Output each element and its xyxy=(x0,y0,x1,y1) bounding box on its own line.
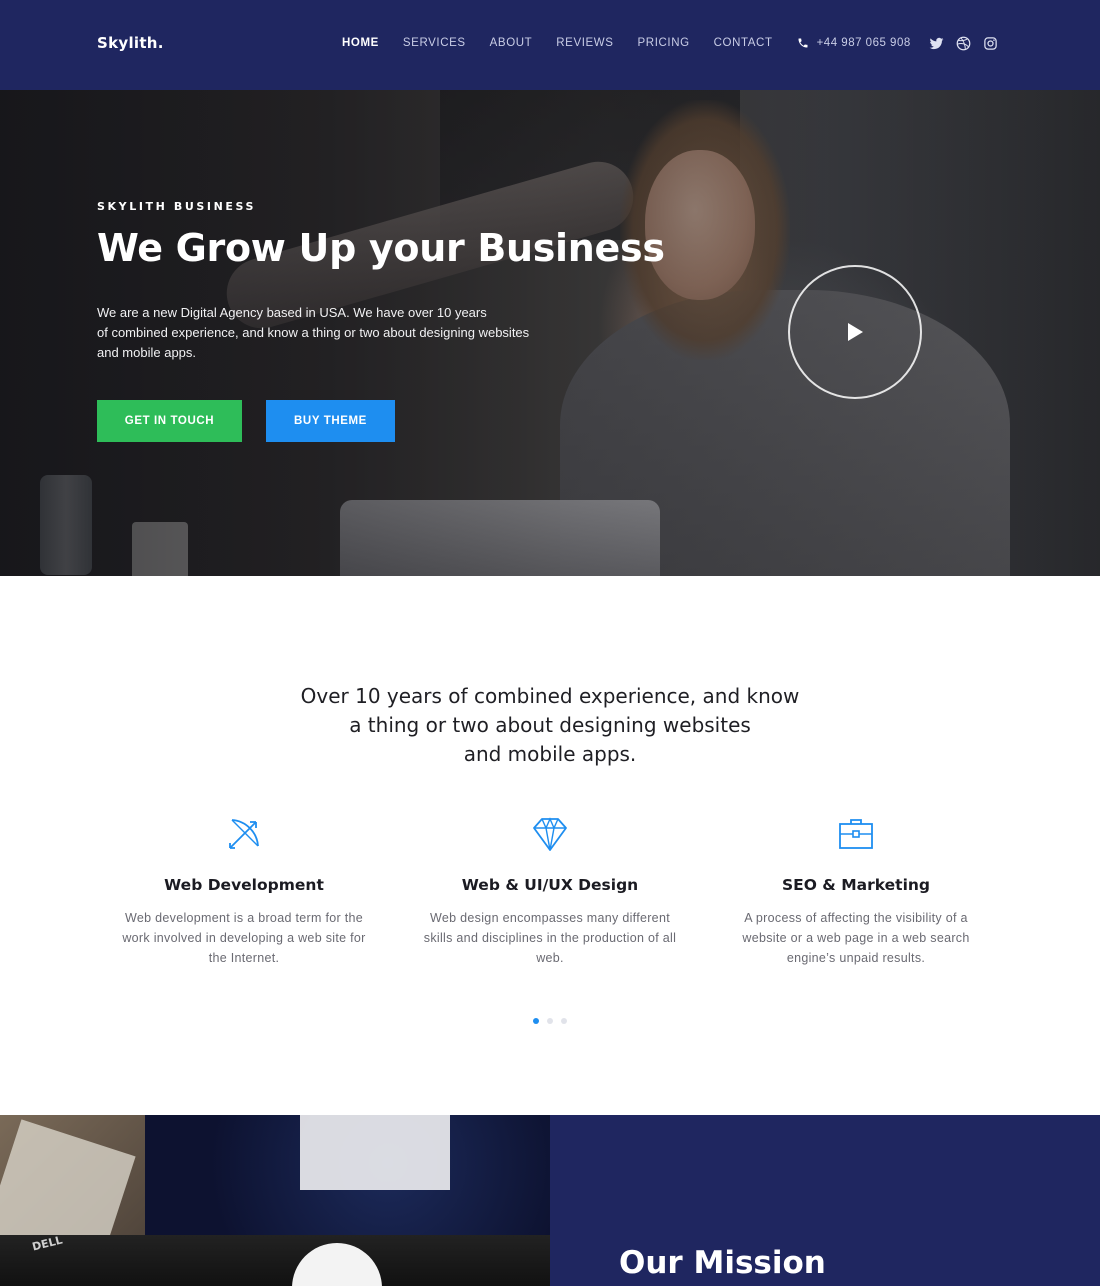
service-description: A process of affecting the visibility of… xyxy=(742,911,970,965)
carousel-dot-2[interactable] xyxy=(547,1018,553,1024)
phone-number: +44 987 065 908 xyxy=(816,37,911,49)
brand-logo[interactable]: Skylith. xyxy=(97,34,164,52)
mission-photo: DELL xyxy=(0,1115,550,1286)
nav-item-reviews[interactable]: REVIEWS xyxy=(556,37,613,49)
carousel-dot-3[interactable] xyxy=(561,1018,567,1024)
service-title: Web Development xyxy=(164,876,324,894)
nav-item-services[interactable]: SERVICES xyxy=(403,37,466,49)
nav-item-contact[interactable]: CONTACT xyxy=(714,37,773,49)
desk-second-screen xyxy=(300,1115,450,1190)
nav-item-pricing[interactable]: PRICING xyxy=(638,37,690,49)
phone-contact[interactable]: +44 987 065 908 xyxy=(797,37,911,49)
nav-item-about[interactable]: ABOUT xyxy=(490,37,533,49)
service-card-seo-marketing: SEO & Marketing A process of affecting t… xyxy=(716,814,996,968)
hero-description: We are a new Digital Agency based in USA… xyxy=(97,305,530,360)
mission-title: Our Mission xyxy=(619,1245,826,1281)
hero-title: We Grow Up your Business xyxy=(97,226,665,270)
play-icon xyxy=(848,323,863,341)
top-navbar: Skylith. HOME SERVICES ABOUT REVIEWS PRI… xyxy=(0,0,1100,90)
hero-eyebrow: SKYLITH BUSINESS xyxy=(97,200,257,213)
service-card-web-development: Web Development Web development is a bro… xyxy=(104,814,384,968)
intro-statement: Over 10 years of combined experience, an… xyxy=(300,684,800,766)
service-description: Web development is a broad term for the … xyxy=(122,911,366,965)
play-video-button[interactable] xyxy=(788,265,922,399)
service-title: Web & UI/UX Design xyxy=(461,876,639,894)
get-in-touch-button[interactable]: GET IN TOUCH xyxy=(97,400,242,442)
twitter-icon[interactable] xyxy=(929,36,944,51)
dribbble-icon[interactable] xyxy=(956,36,971,51)
buy-theme-button[interactable]: BUY THEME xyxy=(266,400,395,442)
service-card-web-design: Web & UI/UX Design Web design encompasse… xyxy=(410,814,690,968)
hero-section: SKYLITH BUSINESS We Grow Up your Busines… xyxy=(0,90,1100,576)
phone-icon xyxy=(798,38,808,48)
main-nav: HOME SERVICES ABOUT REVIEWS PRICING CONT… xyxy=(342,37,911,49)
carousel-dot-1[interactable] xyxy=(533,1018,539,1024)
social-links xyxy=(929,36,998,51)
carousel-pagination xyxy=(0,1018,1100,1024)
bow-arrow-icon xyxy=(229,819,259,849)
service-description: Web design encompasses many different sk… xyxy=(423,911,677,965)
service-title: SEO & Marketing xyxy=(781,876,931,894)
desk-monitor-base xyxy=(0,1235,550,1286)
mission-section: Our Mission xyxy=(550,1115,1100,1286)
nav-item-home[interactable]: HOME xyxy=(342,37,379,49)
briefcase-icon xyxy=(839,819,873,849)
diamond-icon xyxy=(533,817,567,851)
instagram-icon[interactable] xyxy=(983,36,998,51)
